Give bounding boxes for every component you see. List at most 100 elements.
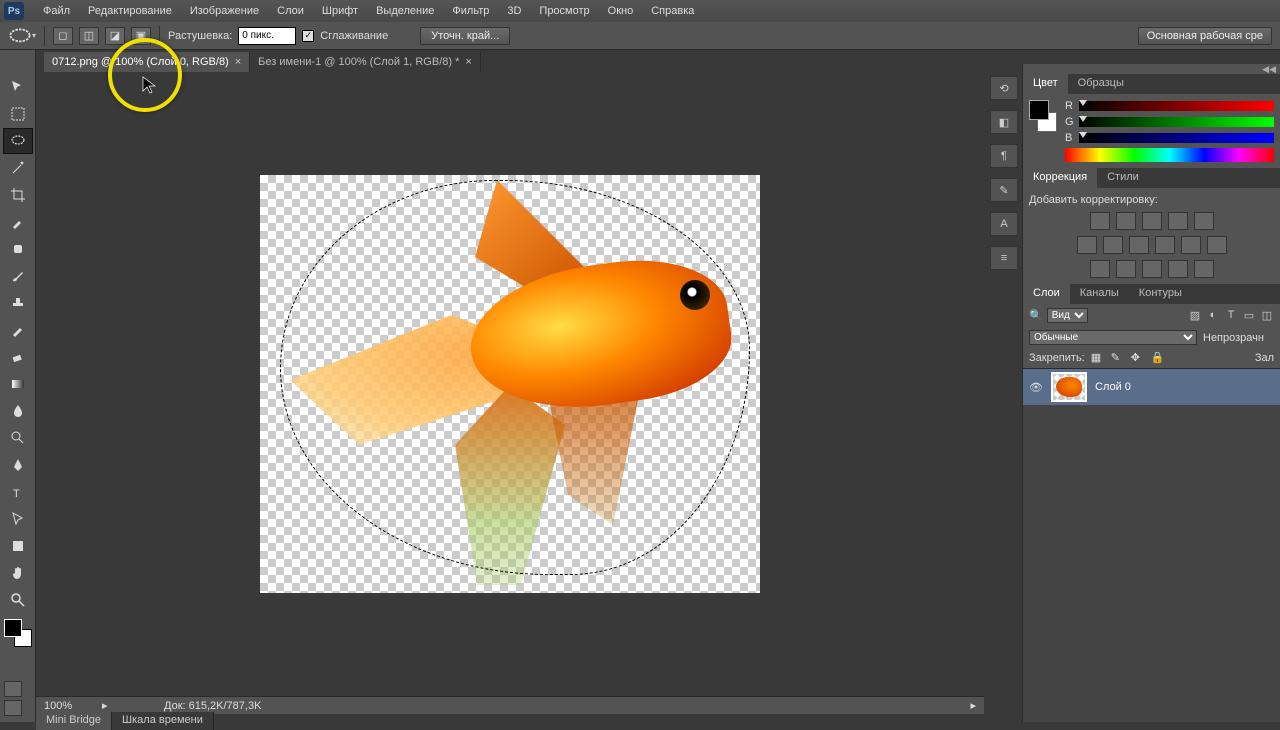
screen-mode-icon[interactable] [4,700,22,716]
panel-color-swatches[interactable] [1029,100,1057,132]
layer-filter-select[interactable]: Вид [1047,308,1088,323]
tab-timeline[interactable]: Шкала времени [112,712,214,730]
path-select-tool[interactable] [3,506,33,532]
tab-color[interactable]: Цвет [1023,74,1068,94]
history-icon[interactable]: ⟲ [990,76,1018,100]
quick-mask-icon[interactable] [4,681,22,697]
menu-3d[interactable]: 3D [498,5,530,17]
selection-subtract-icon[interactable]: ◪ [105,27,125,45]
brush-tool[interactable] [3,263,33,289]
menu-view[interactable]: Просмотр [530,5,598,17]
refine-edge-button[interactable]: Уточн. край... [420,27,510,45]
menu-window[interactable]: Окно [599,5,643,17]
adj-gradient-map-icon[interactable] [1168,260,1188,278]
tab-layers[interactable]: Слои [1023,284,1070,304]
history-brush-tool[interactable] [3,317,33,343]
layer-name[interactable]: Слой 0 [1095,381,1131,393]
close-icon[interactable]: × [235,56,241,68]
zoom-tool[interactable] [3,587,33,613]
adj-curves-icon[interactable] [1142,212,1162,230]
marquee-tool[interactable] [3,101,33,127]
document-tab[interactable]: 0712.png @ 100% (Слой 0, RGB/8) × [44,52,250,72]
adj-bw-icon[interactable] [1129,236,1149,254]
tab-paths[interactable]: Контуры [1129,284,1192,304]
move-tool[interactable] [3,74,33,100]
shape-tool[interactable] [3,533,33,559]
eyedropper-tool[interactable] [3,209,33,235]
status-arrow-icon[interactable]: ▸ [970,699,976,712]
workspace-switcher[interactable]: Основная рабочая сре [1138,27,1272,45]
r-slider[interactable] [1079,101,1274,111]
crop-tool[interactable] [3,182,33,208]
blur-tool[interactable] [3,398,33,424]
paragraph-icon[interactable]: ≡ [990,246,1018,270]
adj-levels-icon[interactable] [1116,212,1136,230]
close-icon[interactable]: × [465,56,471,68]
filter-shape-icon[interactable]: ▭ [1242,309,1256,323]
adj-balance-icon[interactable] [1103,236,1123,254]
lock-pixels-icon[interactable]: ✎ [1111,351,1125,365]
canvas[interactable] [260,175,760,593]
layer-thumbnail[interactable] [1051,372,1087,402]
visibility-icon[interactable]: 👁 [1029,381,1043,394]
eraser-tool[interactable] [3,344,33,370]
adj-lookup-icon[interactable] [1207,236,1227,254]
filter-type-icon[interactable]: T [1224,309,1238,323]
type-icon[interactable]: A [990,212,1018,236]
adj-photo-filter-icon[interactable] [1155,236,1175,254]
document-tab[interactable]: Без имени-1 @ 100% (Слой 1, RGB/8) * × [250,52,481,72]
spectrum-picker[interactable] [1065,148,1274,162]
menu-file[interactable]: Файл [34,5,79,17]
tab-channels[interactable]: Каналы [1070,284,1129,304]
stamp-tool[interactable] [3,290,33,316]
type-tool[interactable]: T [3,479,33,505]
adj-exposure-icon[interactable] [1168,212,1188,230]
canvas-viewport[interactable] [36,72,984,696]
color-swatches[interactable] [4,619,32,647]
adj-vibrance-icon[interactable] [1194,212,1214,230]
menu-edit[interactable]: Редактирование [79,5,181,17]
selection-new-icon[interactable]: ◻ [53,27,73,45]
filter-adjust-icon[interactable]: ◐ [1206,309,1220,323]
heal-tool[interactable] [3,236,33,262]
foreground-color[interactable] [4,619,22,637]
menu-layer[interactable]: Слои [268,5,313,17]
adj-threshold-icon[interactable] [1142,260,1162,278]
menu-filter[interactable]: Фильтр [443,5,498,17]
current-tool-icon[interactable]: ▾ [8,26,36,46]
filter-smart-icon[interactable]: ◫ [1260,309,1274,323]
antialias-checkbox[interactable]: ✓ [302,30,314,42]
tab-swatches[interactable]: Образцы [1068,74,1134,94]
menu-help[interactable]: Справка [642,5,703,17]
adj-hue-icon[interactable] [1077,236,1097,254]
layer-row[interactable]: 👁 Слой 0 [1023,369,1280,405]
adj-posterize-icon[interactable] [1116,260,1136,278]
wand-tool[interactable] [3,155,33,181]
menu-image[interactable]: Изображение [181,5,268,17]
properties-icon[interactable]: ◧ [990,110,1018,134]
filter-pixel-icon[interactable]: ▨ [1188,309,1202,323]
adj-invert-icon[interactable] [1090,260,1110,278]
lock-all-icon[interactable]: 🔒 [1151,351,1165,365]
menu-type[interactable]: Шрифт [313,5,367,17]
gradient-tool[interactable] [3,371,33,397]
brushes-icon[interactable]: ✎ [990,178,1018,202]
selection-intersect-icon[interactable]: ▣ [131,27,151,45]
character-icon[interactable]: ¶ [990,144,1018,168]
dodge-tool[interactable] [3,425,33,451]
status-menu-icon[interactable]: ▸ [102,699,114,712]
blend-mode-select[interactable]: Обычные [1029,330,1197,345]
lock-transparent-icon[interactable]: ▦ [1091,351,1105,365]
hand-tool[interactable] [3,560,33,586]
lasso-tool[interactable] [3,128,33,154]
adj-mixer-icon[interactable] [1181,236,1201,254]
menu-select[interactable]: Выделение [367,5,443,17]
dock-collapse-icon[interactable]: ◀◀ [1023,64,1280,74]
g-slider[interactable] [1079,117,1274,127]
filter-icon[interactable]: 🔍 [1029,309,1043,322]
zoom-level[interactable]: 100% [44,700,92,712]
b-slider[interactable] [1079,133,1274,143]
tab-styles[interactable]: Стили [1097,168,1149,188]
pen-tool[interactable] [3,452,33,478]
feather-input[interactable] [238,27,296,45]
